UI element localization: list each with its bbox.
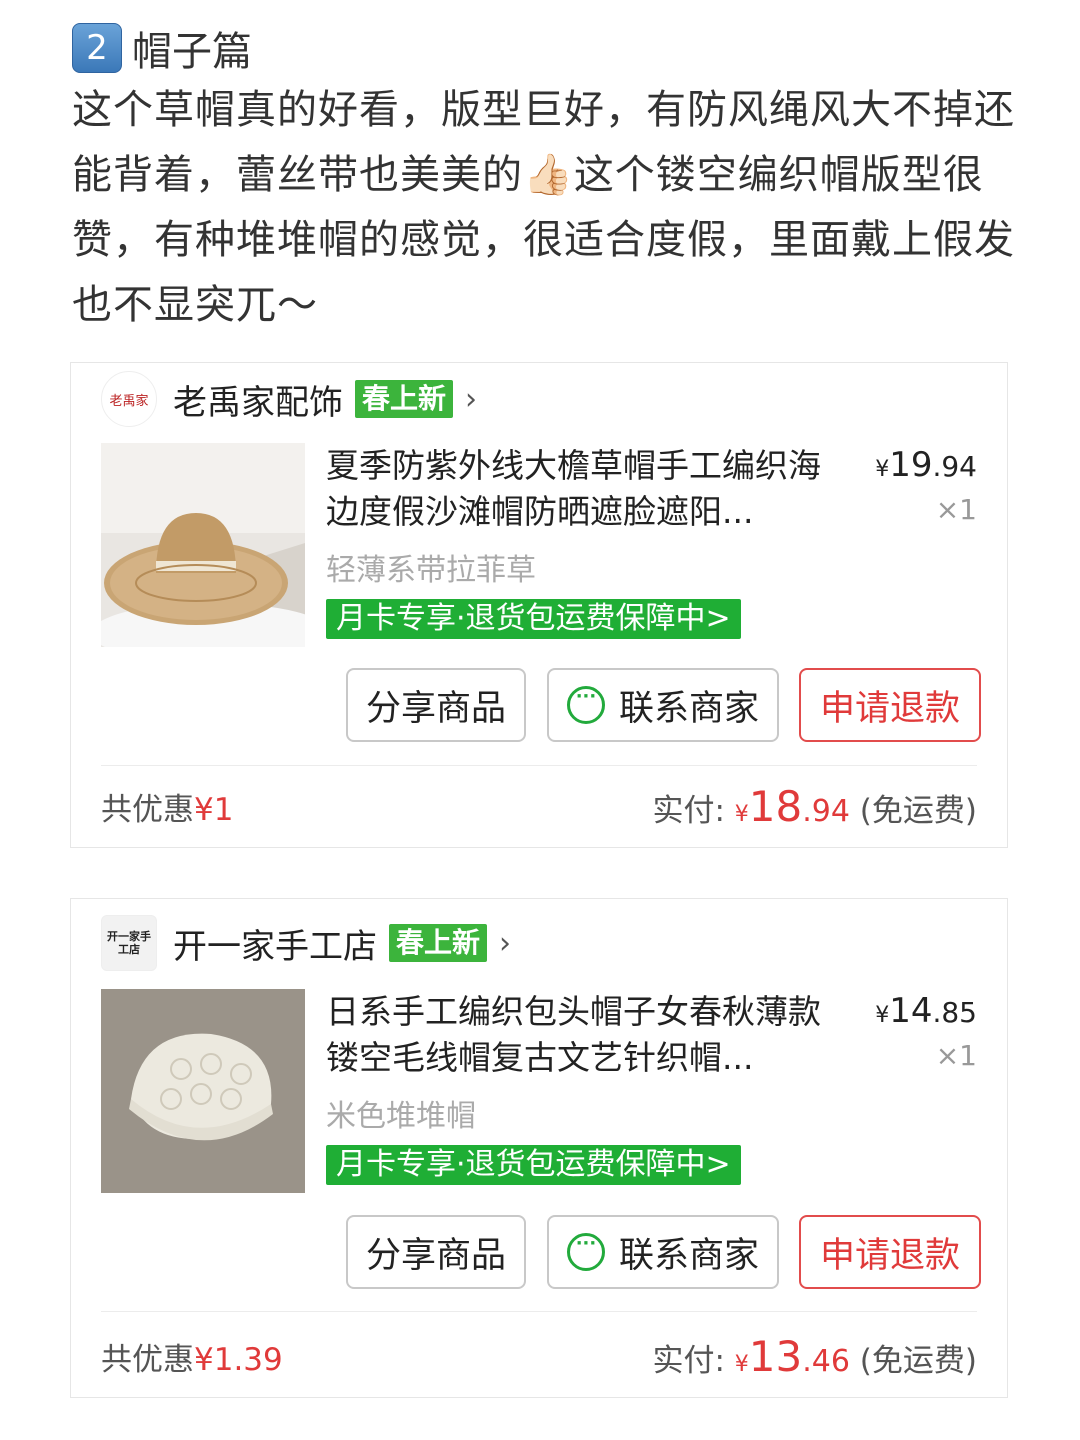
product-price: ¥19.94 bbox=[875, 445, 977, 485]
product-title[interactable]: 日系手工编织包头帽子女春秋薄款镂空毛线帽复古文艺针织帽... bbox=[326, 989, 826, 1081]
promo-banner[interactable]: 月卡专享·退货包运费保障中> bbox=[326, 1145, 741, 1185]
discount-summary: 共优惠¥1 bbox=[101, 792, 234, 828]
product-title[interactable]: 夏季防紫外线大檐草帽手工编织海边度假沙滩帽防晒遮脸遮阳... bbox=[326, 443, 826, 535]
number-badge: 2 bbox=[72, 23, 122, 73]
discount-summary: 共优惠¥1.39 bbox=[101, 1342, 283, 1378]
shop-logo: 老禹家 bbox=[101, 371, 157, 427]
section-heading: 2 帽子篇 bbox=[72, 22, 1022, 75]
new-arrival-badge: 春上新 bbox=[389, 924, 488, 962]
product-quantity: ×1 bbox=[935, 493, 977, 526]
share-product-button[interactable]: 分享商品 bbox=[346, 1215, 526, 1289]
chevron-right-icon[interactable]: › bbox=[499, 926, 511, 961]
divider bbox=[101, 765, 977, 766]
promo-banner[interactable]: 月卡专享·退货包运费保障中> bbox=[326, 599, 741, 639]
order-card: 开一家手工店 开一家手工店 春上新 › 日系手工编织包头帽子女春秋薄款镂空毛线帽… bbox=[70, 898, 1008, 1398]
request-refund-button[interactable]: 申请退款 bbox=[799, 668, 981, 742]
section-title: 帽子篇 bbox=[132, 29, 252, 75]
divider bbox=[101, 1311, 977, 1312]
chevron-right-icon[interactable]: › bbox=[465, 382, 477, 417]
shop-name[interactable]: 老禹家配饰 bbox=[173, 375, 343, 424]
shop-logo: 开一家手工店 bbox=[101, 915, 157, 971]
contact-seller-button[interactable]: 联系商家 bbox=[547, 668, 779, 742]
shop-name[interactable]: 开一家手工店 bbox=[173, 919, 377, 968]
product-image[interactable] bbox=[101, 989, 305, 1193]
product-image[interactable] bbox=[101, 443, 305, 647]
shop-header[interactable]: 老禹家 老禹家配饰 春上新 › bbox=[101, 369, 477, 429]
product-variant: 米色堆堆帽 bbox=[326, 1099, 476, 1134]
product-variant: 轻薄系带拉菲草 bbox=[326, 553, 536, 588]
paid-amount: 实付: ¥13.46 (免运费) bbox=[652, 1332, 977, 1381]
paid-amount: 实付: ¥18.94 (免运费) bbox=[652, 782, 977, 831]
chat-bubble-icon bbox=[566, 1233, 605, 1271]
post-header: 2 帽子篇 这个草帽真的好看，版型巨好，有防风绳风大不掉还能背着，蕾丝带也美美的… bbox=[72, 22, 1022, 338]
product-quantity: ×1 bbox=[935, 1039, 977, 1072]
product-price: ¥14.85 bbox=[875, 991, 977, 1031]
share-product-button[interactable]: 分享商品 bbox=[346, 668, 526, 742]
new-arrival-badge: 春上新 bbox=[355, 380, 454, 418]
request-refund-button[interactable]: 申请退款 bbox=[799, 1215, 981, 1289]
chat-bubble-icon bbox=[566, 686, 605, 724]
post-paragraph: 这个草帽真的好看，版型巨好，有防风绳风大不掉还能背着，蕾丝带也美美的👍🏻这个镂空… bbox=[72, 78, 1022, 338]
shop-header[interactable]: 开一家手工店 开一家手工店 春上新 › bbox=[101, 913, 511, 973]
order-card: 老禹家 老禹家配饰 春上新 › 夏季防紫外线大檐草帽手工编织海边度假沙滩帽防晒遮… bbox=[70, 362, 1008, 848]
thumbs-up-icon: 👍🏻 bbox=[523, 152, 574, 198]
contact-seller-button[interactable]: 联系商家 bbox=[547, 1215, 779, 1289]
